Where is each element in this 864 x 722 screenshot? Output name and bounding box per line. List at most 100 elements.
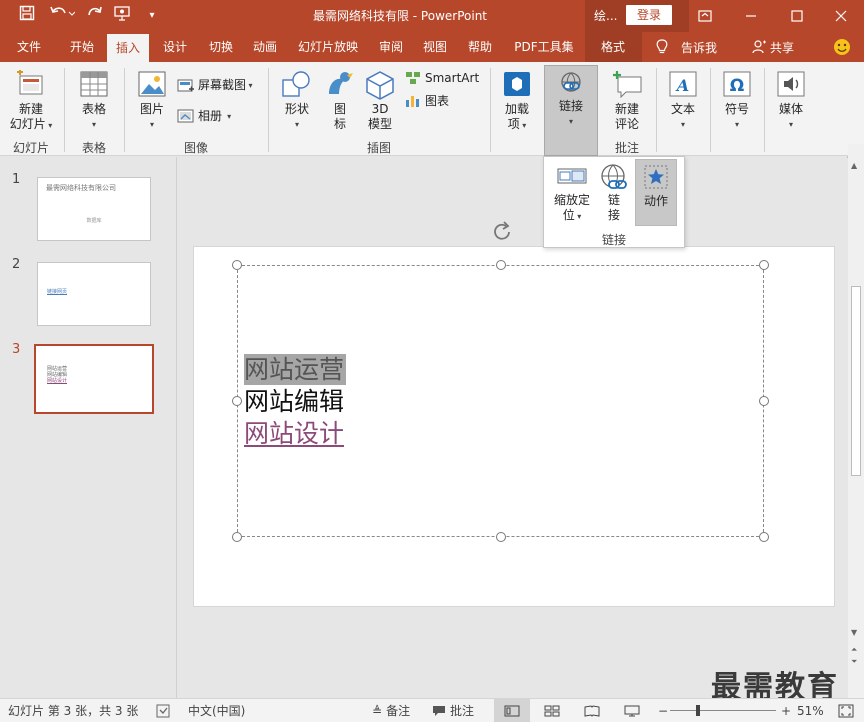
chart-label: 图表 <box>425 93 450 108</box>
comments-button[interactable]: 批注 <box>432 699 474 722</box>
scroll-down-icon[interactable]: ▼ <box>851 628 857 637</box>
screenshot-button[interactable]: 屏幕截图 ▾ <box>177 76 253 94</box>
new-comment-icon <box>613 71 642 98</box>
smiley-feedback-icon[interactable] <box>833 38 851 59</box>
resize-handle-br[interactable] <box>759 532 769 542</box>
picture-button[interactable]: 图片 ▾ <box>132 70 172 132</box>
language-status[interactable]: 中文(中国) <box>188 699 245 722</box>
zoom-level[interactable]: 51% <box>797 699 824 722</box>
notes-icon: ≜ <box>372 704 383 718</box>
resize-handle-r[interactable] <box>759 396 769 406</box>
slide-thumbnail-3[interactable]: 网站运营 网站编辑 网站设计 <box>34 344 154 414</box>
save-icon[interactable] <box>16 5 38 27</box>
tab-home[interactable]: 开始 <box>60 32 104 62</box>
tab-format[interactable]: 格式 <box>590 32 636 62</box>
resize-handle-tl[interactable] <box>232 260 242 270</box>
text-box-icon: A <box>669 71 697 97</box>
smartart-label: SmartArt <box>425 70 480 85</box>
thumb-1-title: 最需网络科技有限公司 <box>46 184 116 192</box>
zoom-label: 缩放定 <box>553 193 590 207</box>
minimize-icon[interactable] <box>728 0 774 32</box>
panel-divider[interactable] <box>176 157 177 698</box>
slide-sorter-view-icon[interactable] <box>544 699 560 722</box>
new-slide-button[interactable]: 新建 幻灯片 ▾ <box>6 70 56 133</box>
comment-icon <box>433 706 445 716</box>
notes-button[interactable]: ≜ 备注 <box>372 699 410 722</box>
resize-handle-bl[interactable] <box>232 532 242 542</box>
new-comment-button[interactable]: 新建 评论 <box>606 70 648 132</box>
new-slide-icon <box>17 70 43 95</box>
tab-insert[interactable]: 插入 <box>107 34 149 62</box>
customize-toolbar-icon[interactable]: ▾ <box>141 5 163 27</box>
status-bar: 幻灯片 第 3 张，共 3 张 中文(中国) ≜ 备注 批注 − + 51% <box>0 698 864 722</box>
share-button[interactable]: 共享 <box>752 32 794 62</box>
zoom-label-2: 位 <box>562 208 575 222</box>
chart-button[interactable]: 图表 <box>405 92 449 110</box>
smartart-button[interactable]: SmartArt <box>405 69 479 87</box>
slide-thumbnail-2[interactable]: 链接网页 <box>37 262 151 326</box>
slide-text-line-1[interactable]: 网站运营 <box>244 354 347 385</box>
symbol-button[interactable]: Ω 符号 ▾ <box>718 70 756 132</box>
accessibility-icon[interactable] <box>156 699 170 722</box>
group-label-illustrations: 插图 <box>366 141 391 155</box>
tab-help[interactable]: 帮助 <box>459 32 501 62</box>
slide-number-2: 2 <box>12 257 21 272</box>
presentation-start-icon[interactable] <box>112 5 134 27</box>
tab-file[interactable]: 文件 <box>8 32 50 62</box>
link-button[interactable]: 链接 ▾ <box>544 65 598 156</box>
zoom-slider-thumb[interactable] <box>696 705 700 716</box>
maximize-icon[interactable] <box>774 0 820 32</box>
slideshow-view-icon[interactable] <box>624 699 640 722</box>
tab-animations[interactable]: 动画 <box>244 32 286 62</box>
slide-text-line-2[interactable]: 网站编辑 <box>244 386 344 417</box>
insert-link-label-2: 接 <box>607 208 620 222</box>
addins-button[interactable]: 加载 项 ▾ <box>498 70 536 133</box>
zoom-button[interactable]: 缩放定 位 ▾ <box>549 163 595 224</box>
previous-slide-icon[interactable]: ⏶ <box>851 645 857 655</box>
rotate-handle-icon[interactable] <box>491 221 515 246</box>
media-button[interactable]: 媒体 ▾ <box>772 70 810 132</box>
window-title: 最需网络科技有限 - PowerPoint <box>312 9 488 23</box>
resize-handle-t[interactable] <box>496 260 506 270</box>
resize-handle-b[interactable] <box>496 532 506 542</box>
tab-review[interactable]: 审阅 <box>370 32 412 62</box>
tell-me[interactable]: 告诉我 <box>655 32 717 62</box>
slide-thumbnail-1[interactable]: 最需网络科技有限公司 数据库 <box>37 177 151 241</box>
reading-view-icon[interactable] <box>584 699 600 722</box>
insert-link-button[interactable]: 链 接 <box>597 163 631 223</box>
text-button[interactable]: A 文本 ▾ <box>664 70 702 132</box>
tab-pdf-tools[interactable]: PDF工具集 <box>508 32 580 62</box>
icons-button[interactable]: 图 标 <box>324 70 356 132</box>
action-button[interactable]: 动作 <box>635 159 677 226</box>
tab-slideshow[interactable]: 幻灯片放映 <box>292 32 364 62</box>
scrollbar-thumb[interactable] <box>851 286 861 476</box>
scroll-up-icon[interactable]: ▲ <box>851 161 857 170</box>
zoom-in-icon[interactable]: + <box>781 699 791 722</box>
undo-icon[interactable] <box>48 5 76 27</box>
redo-icon[interactable] <box>84 5 106 27</box>
slide-text-line-3[interactable]: 网站设计 <box>244 418 344 449</box>
tab-transitions[interactable]: 切换 <box>200 32 242 62</box>
group-label-images: 图像 <box>183 141 208 155</box>
tab-view[interactable]: 视图 <box>414 32 456 62</box>
ribbon-display-options-icon[interactable] <box>682 0 728 32</box>
tab-design[interactable]: 设计 <box>154 32 196 62</box>
table-button[interactable]: 表格 ▾ <box>72 70 116 132</box>
fit-to-window-icon[interactable] <box>838 699 854 722</box>
zoom-out-icon[interactable]: − <box>658 699 668 722</box>
login-button[interactable]: 登录 <box>626 5 672 25</box>
addins-label-2: 项 <box>507 117 520 131</box>
photo-album-button[interactable]: 相册 ▾ <box>177 107 231 125</box>
shapes-button[interactable]: 形状 ▾ <box>276 70 318 132</box>
screenshot-icon <box>177 79 194 92</box>
group-label-comments: 批注 <box>614 141 639 155</box>
zoom-slider-track[interactable] <box>670 710 776 711</box>
normal-view-icon <box>504 705 520 717</box>
close-icon[interactable] <box>818 0 864 32</box>
next-slide-icon[interactable]: ⏷ <box>851 657 857 667</box>
resize-handle-tr[interactable] <box>759 260 769 270</box>
resize-handle-l[interactable] <box>232 396 242 406</box>
normal-view-button[interactable] <box>494 699 530 722</box>
3d-model-button[interactable]: 3D 模型 <box>362 70 398 132</box>
picture-icon <box>138 71 166 97</box>
